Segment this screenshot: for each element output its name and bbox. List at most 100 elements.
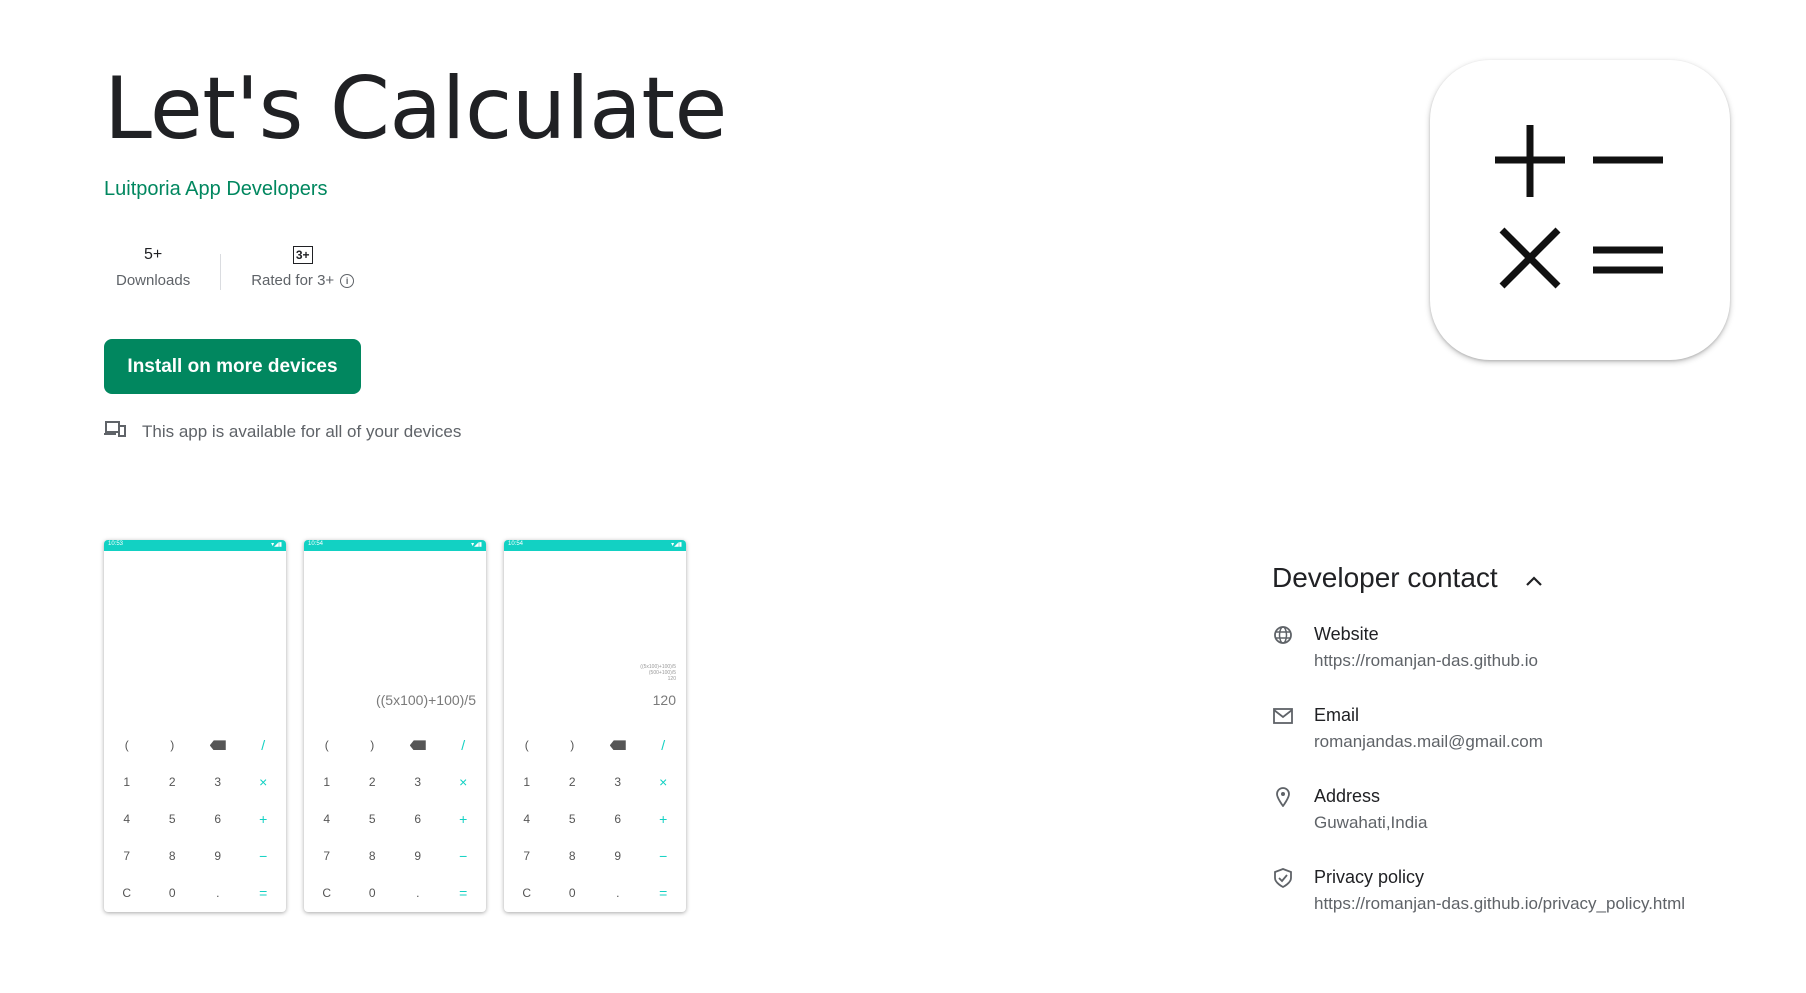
key-9: 9 [214, 848, 222, 863]
key-multiply: × [659, 773, 668, 790]
key-8: 8 [368, 848, 376, 863]
key-6: 6 [214, 811, 222, 826]
key-0: 0 [368, 885, 376, 900]
developer-link[interactable]: Luitporia App Developers [104, 178, 327, 201]
screenshot-1[interactable]: 10:53 ▾◢▮ () / 1 2 3 × 4 5 6 + 7 8 9 − C 0. = [104, 540, 286, 912]
screenshot-2[interactable]: 10:54 ▾◢▮ ((5x100)+100)/5 () / 1 2 3 × 4 5 6 + … [304, 540, 486, 912]
key-2: 2 [368, 774, 376, 789]
key-5: 5 [168, 811, 176, 826]
privacy-label: Privacy policy [1314, 867, 1425, 887]
globe-icon [1272, 624, 1294, 646]
app-title: Let's Calculate [104, 59, 727, 159]
developer-contact-section: Developer contact Website https://romanj… [1272, 562, 1792, 913]
email-value[interactable]: romanjandas.mail@gmail.com [1314, 732, 1543, 752]
key-open-paren: ( [324, 737, 329, 752]
developer-contact-title: Developer contact [1272, 562, 1498, 593]
contact-email[interactable]: Email romanjandas.mail@gmail.com [1272, 705, 1543, 752]
calculator-expression: ((5x100)+100)/5 [375, 692, 476, 708]
email-label: Email [1314, 705, 1360, 725]
chevron-up-icon[interactable] [1524, 562, 1544, 594]
key-9: 9 [414, 848, 422, 863]
phone-status-bar: 10:54 ▾◢▮ [304, 540, 486, 551]
key-5: 5 [568, 811, 576, 826]
contact-website[interactable]: Website https://romanjan-das.github.io [1272, 624, 1538, 671]
signal-icon: ▾◢▮ [671, 542, 682, 548]
key-7: 7 [523, 848, 531, 863]
key-3: 3 [614, 774, 622, 789]
privacy-value[interactable]: https://romanjan-das.github.io/privacy_p… [1314, 894, 1685, 914]
calculator-result: 120 [652, 692, 676, 708]
key-clear: C [122, 885, 132, 900]
phone-status-bar: 10:54 ▾◢▮ [504, 540, 686, 551]
key-equals: = [659, 884, 668, 901]
website-value[interactable]: https://romanjan-das.github.io [1314, 651, 1538, 671]
key-4: 4 [523, 811, 531, 826]
info-icon[interactable]: i [340, 273, 355, 288]
key-0: 0 [568, 885, 576, 900]
app-icon [1430, 60, 1730, 360]
phone-time: 10:54 [308, 541, 324, 547]
key-divide: / [461, 736, 466, 753]
key-plus: + [459, 810, 468, 827]
key-2: 2 [568, 774, 576, 789]
key-1: 1 [523, 774, 531, 789]
backspace-icon [409, 740, 426, 751]
key-dot: . [416, 885, 420, 900]
backspace-icon [609, 740, 626, 751]
key-multiply: × [259, 773, 268, 790]
key-divide: / [661, 736, 666, 753]
downloads-value: 5+ [143, 246, 163, 263]
key-7: 7 [123, 848, 131, 863]
key-dot: . [616, 885, 620, 900]
key-close-paren: ) [570, 737, 575, 752]
screenshot-carousel[interactable]: 10:53 ▾◢▮ () / 1 2 3 × 4 5 6 + 7 8 9 − C 0. = 10:54 … [104, 540, 686, 912]
calculator-history: ((5x100)+100)/5 (500+100)/5 120 [640, 664, 676, 682]
developer-contact-header[interactable]: Developer contact [1272, 562, 1792, 594]
key-minus: − [459, 847, 468, 864]
key-0: 0 [168, 885, 176, 900]
content-rating-label: Rated for 3+ [251, 272, 335, 289]
key-open-paren: ( [124, 737, 129, 752]
key-dot: . [216, 885, 220, 900]
shield-check-icon [1272, 867, 1294, 889]
device-availability: This app is available for all of your de… [104, 420, 461, 443]
key-close-paren: ) [370, 737, 375, 752]
calculator-keypad: () / 1 2 3 × 4 5 6 + 7 8 9 − C 0. = [504, 726, 686, 911]
contact-address: Address Guwahati,India [1272, 786, 1427, 833]
key-1: 1 [123, 774, 131, 789]
backspace-icon [209, 740, 226, 751]
content-rating-stat: 3+ Rated for 3+ i [221, 240, 366, 290]
key-clear: C [322, 885, 332, 900]
address-value: Guwahati,India [1314, 813, 1428, 832]
key-clear: C [522, 885, 532, 900]
key-close-paren: ) [170, 737, 175, 752]
key-minus: − [259, 847, 268, 864]
calculator-keypad: () / 1 2 3 × 4 5 6 + 7 8 9 − C 0. = [304, 726, 486, 911]
key-5: 5 [368, 811, 376, 826]
downloads-label: Downloads [116, 272, 191, 289]
key-6: 6 [614, 811, 622, 826]
content-rating-icon: 3+ [292, 246, 313, 264]
key-9: 9 [614, 848, 622, 863]
phone-status-bar: 10:53 ▾◢▮ [104, 540, 286, 551]
signal-icon: ▾◢▮ [271, 542, 282, 548]
key-7: 7 [323, 848, 331, 863]
devices-icon [104, 420, 126, 443]
phone-time: 10:53 [108, 541, 124, 547]
website-label: Website [1314, 624, 1379, 644]
signal-icon: ▾◢▮ [471, 542, 482, 548]
key-8: 8 [568, 848, 576, 863]
key-multiply: × [459, 773, 468, 790]
key-8: 8 [168, 848, 176, 863]
screenshot-3[interactable]: 10:54 ▾◢▮ ((5x100)+100)/5 (500+100)/5 12… [504, 540, 686, 912]
key-3: 3 [214, 774, 222, 789]
key-3: 3 [414, 774, 422, 789]
calculator-keypad: () / 1 2 3 × 4 5 6 + 7 8 9 − C 0. = [104, 726, 286, 911]
app-stats: 5+ Downloads 3+ Rated for 3+ i [104, 240, 366, 290]
contact-privacy-policy[interactable]: Privacy policy https://romanjan-das.gith… [1272, 867, 1685, 914]
key-minus: − [659, 847, 668, 864]
install-button[interactable]: Install on more devices [104, 339, 361, 394]
key-divide: / [261, 736, 266, 753]
key-plus: + [659, 810, 668, 827]
phone-time: 10:54 [508, 541, 524, 547]
